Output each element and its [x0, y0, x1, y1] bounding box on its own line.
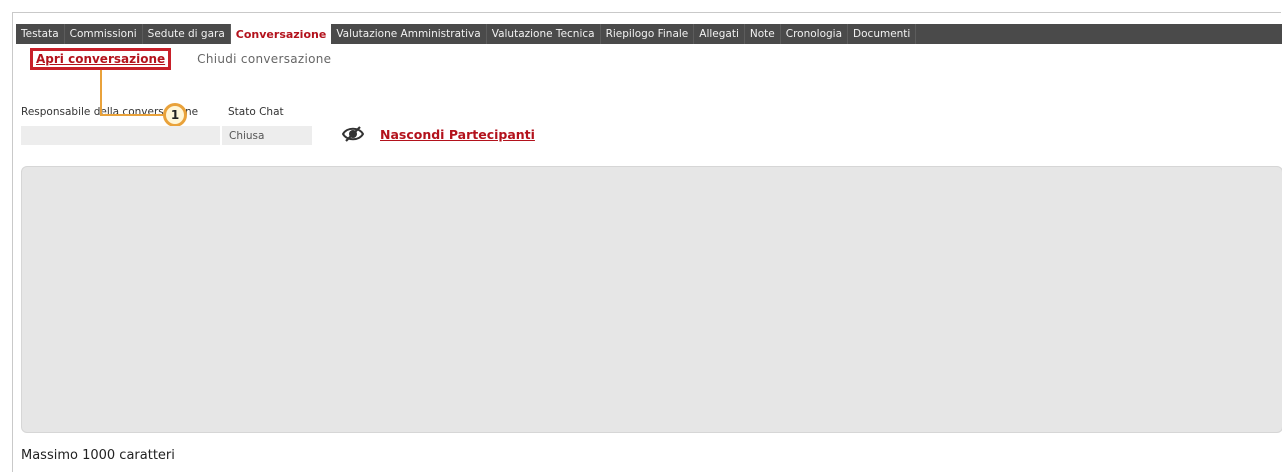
chat-message-area[interactable]	[21, 166, 1282, 433]
callout-connector	[100, 114, 164, 116]
responsabile-field	[21, 126, 220, 145]
tab-cronologia[interactable]: Cronologia	[781, 24, 849, 44]
stato-chat-field: Chiusa	[222, 126, 312, 145]
callout-connector	[100, 70, 102, 116]
tab-riepilogo-finale[interactable]: Riepilogo Finale	[601, 24, 695, 44]
open-conversation-button[interactable]: Apri conversazione	[30, 48, 172, 70]
tab-allegati[interactable]: Allegati	[694, 24, 745, 44]
tab-valutazione-amministrativa[interactable]: Valutazione Amministrativa	[331, 24, 487, 44]
stato-chat-label: Stato Chat	[228, 106, 284, 118]
tab-note[interactable]: Note	[745, 24, 781, 44]
tab-valutazione-tecnica[interactable]: Valutazione Tecnica	[487, 24, 601, 44]
close-conversation-button[interactable]: Chiudi conversazione	[197, 52, 331, 66]
tab-documenti[interactable]: Documenti	[848, 24, 917, 44]
char-limit-text: Massimo 1000 caratteri	[21, 448, 175, 463]
tab-sedute-di-gara[interactable]: Sedute di gara	[143, 24, 231, 44]
tab-bar-filler	[916, 24, 1282, 44]
tab-testata[interactable]: Testata	[16, 24, 65, 44]
hide-participants-link[interactable]: Nascondi Partecipanti	[380, 127, 535, 142]
tab-conversazione[interactable]: Conversazione	[230, 24, 332, 44]
eye-hidden-icon[interactable]	[342, 125, 364, 143]
conversation-actions: Apri conversazione Chiudi conversazione	[30, 48, 331, 70]
tab-bar: Testata Commissioni Sedute di gara Conve…	[16, 24, 1282, 44]
tab-commissioni[interactable]: Commissioni	[65, 24, 143, 44]
callout-badge: 1	[163, 103, 187, 127]
